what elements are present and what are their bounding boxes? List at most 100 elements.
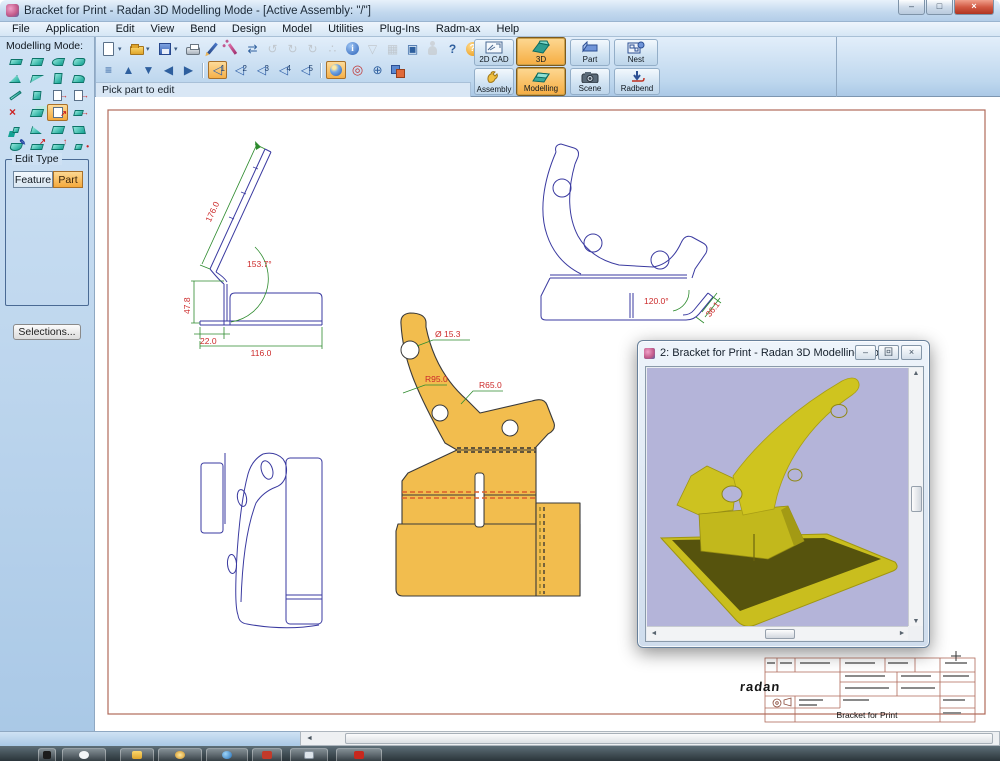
taskbar-app-7[interactable]	[290, 748, 328, 761]
display-options-icon[interactable]	[389, 62, 406, 79]
menu-utilities[interactable]: Utilities	[320, 23, 371, 35]
send-part-tool-icon[interactable]: →	[68, 104, 89, 121]
scroll-left-icon[interactable]: ◄	[649, 630, 659, 637]
mode-nest-button[interactable]: Nest	[614, 39, 658, 66]
triangle-tool-icon[interactable]	[26, 70, 47, 87]
mode-radbend-button[interactable]: Radbend	[614, 68, 660, 95]
menu-view[interactable]: View	[143, 23, 183, 35]
menu-help[interactable]: Help	[489, 23, 528, 35]
copy-tool-icon[interactable]	[26, 104, 47, 121]
level-list-icon[interactable]: ≡	[100, 62, 117, 79]
corner-blocks-tool-icon[interactable]	[5, 121, 26, 138]
taskbar-app-4[interactable]	[158, 748, 202, 761]
view-level-5-button[interactable]: ◁5	[296, 61, 315, 79]
mode-3d-button[interactable]: 3D	[516, 37, 566, 66]
save-dropdown-icon[interactable]: ▾	[174, 45, 181, 53]
view-level-1-button[interactable]: ◁1	[208, 61, 227, 79]
box-tool-icon[interactable]	[47, 70, 68, 87]
menu-design[interactable]: Design	[224, 23, 274, 35]
probe-icon[interactable]	[224, 40, 241, 57]
title-bar[interactable]: Bracket for Print - Radan 3D Modelling M…	[0, 0, 1000, 22]
floating-minimize-button[interactable]: –	[855, 345, 876, 360]
rod-tool-icon[interactable]	[5, 87, 26, 104]
filter-icon[interactable]: ▽	[364, 40, 381, 57]
resize-grip[interactable]	[908, 626, 923, 640]
pan-move-icon[interactable]: ⊕	[369, 62, 386, 79]
canvas-scroll-thumb[interactable]	[345, 733, 993, 744]
menu-bend[interactable]: Bend	[182, 23, 224, 35]
unfold-tool-icon[interactable]	[68, 121, 89, 138]
redo-icon[interactable]: ↻	[284, 40, 301, 57]
shaded-view-button[interactable]	[326, 61, 346, 79]
floating-restore-button[interactable]: 回	[878, 345, 899, 360]
elbow-tool-icon[interactable]	[68, 70, 89, 87]
bend-sheet-tool-icon[interactable]	[26, 53, 47, 70]
fold-tool-icon[interactable]	[47, 121, 68, 138]
canvas-horizontal-scrollbar[interactable]: ◄	[300, 731, 1000, 746]
new-document-icon[interactable]	[100, 40, 117, 57]
cone-tool-icon[interactable]	[5, 70, 26, 87]
close-button[interactable]: ×	[954, 0, 994, 15]
view-box-icon[interactable]: ▣	[404, 40, 421, 57]
open-dropdown-icon[interactable]: ▾	[146, 45, 153, 53]
flat-sheet-tool-icon[interactable]	[5, 53, 26, 70]
info-icon[interactable]: i	[344, 40, 361, 57]
target-icon[interactable]: ◎	[349, 62, 366, 79]
floating-close-button[interactable]: ×	[901, 345, 922, 360]
curl-tool-icon[interactable]	[47, 53, 68, 70]
print-icon[interactable]	[184, 40, 201, 57]
arrow-down-icon[interactable]: ▼	[140, 62, 157, 79]
menu-model[interactable]: Model	[274, 23, 320, 35]
menu-radmax[interactable]: Radm-ax	[428, 23, 489, 35]
selections-button[interactable]: Selections...	[13, 324, 81, 340]
minimize-button[interactable]: –	[898, 0, 925, 15]
taskbar-app-1[interactable]	[38, 748, 56, 761]
edit-part-tool-icon[interactable]: ↗	[47, 104, 68, 121]
menu-edit[interactable]: Edit	[108, 23, 143, 35]
tube-tool-icon[interactable]	[68, 53, 89, 70]
edit-pencil-icon[interactable]	[204, 40, 221, 57]
vertical-scrollbar[interactable]: ▲ ▼	[908, 368, 923, 627]
canvas-scroll-left-icon[interactable]: ◄	[303, 733, 316, 744]
view-level-2-button[interactable]: ◁2	[230, 61, 249, 79]
edit-type-feature-button[interactable]: Feature	[13, 171, 53, 188]
undo-icon[interactable]: ↺	[264, 40, 281, 57]
context-help-icon[interactable]: ?	[444, 40, 461, 57]
scroll-right-icon[interactable]: ►	[897, 630, 907, 637]
import-part-tool-icon[interactable]: →	[47, 87, 68, 104]
horizontal-scroll-thumb[interactable]	[765, 629, 795, 639]
taskbar-app-6[interactable]	[252, 748, 282, 761]
mode-modelling-button[interactable]: Modelling	[516, 67, 566, 96]
extrude-tool-icon[interactable]	[26, 87, 47, 104]
menu-file[interactable]: File	[4, 23, 38, 35]
3d-viewport[interactable]	[647, 368, 909, 627]
refresh-icon[interactable]: ↻	[304, 40, 321, 57]
scroll-up-icon[interactable]: ▲	[909, 370, 923, 377]
mode-2dcad-button[interactable]: 2D CAD	[474, 39, 514, 66]
save-icon[interactable]	[156, 40, 173, 57]
new-dropdown-icon[interactable]: ▾	[118, 45, 125, 53]
scroll-down-icon[interactable]: ▼	[909, 618, 923, 625]
taskbar-app-8[interactable]	[336, 748, 382, 761]
fit-window-icon[interactable]: ▦	[384, 40, 401, 57]
taskbar-app-2[interactable]	[62, 748, 106, 761]
mode-scene-button[interactable]: Scene	[570, 68, 610, 95]
surface-tool-icon[interactable]	[26, 121, 47, 138]
edit-type-part-button[interactable]: Part	[53, 171, 83, 188]
menu-application[interactable]: Application	[38, 23, 108, 35]
taskbar-app-3[interactable]	[120, 748, 154, 761]
mode-assembly-button[interactable]: Assembly	[474, 68, 514, 95]
swap-arrows-icon[interactable]: ⇄	[244, 40, 261, 57]
taskbar-app-5[interactable]	[206, 748, 248, 761]
points-icon[interactable]: ∴	[324, 40, 341, 57]
view-level-3-button[interactable]: ◁3	[252, 61, 271, 79]
arrow-right-icon[interactable]: ▶	[180, 62, 197, 79]
mode-part-button[interactable]: Part	[570, 39, 610, 66]
open-folder-icon[interactable]	[128, 40, 145, 57]
vertical-scroll-thumb[interactable]	[911, 486, 922, 512]
horizontal-scrollbar[interactable]: ◄ ►	[647, 626, 909, 640]
user-icon[interactable]	[424, 40, 441, 57]
arrow-left-icon[interactable]: ◀	[160, 62, 177, 79]
arrow-up-icon[interactable]: ▲	[120, 62, 137, 79]
datum-tool-icon[interactable]: •	[68, 138, 89, 155]
